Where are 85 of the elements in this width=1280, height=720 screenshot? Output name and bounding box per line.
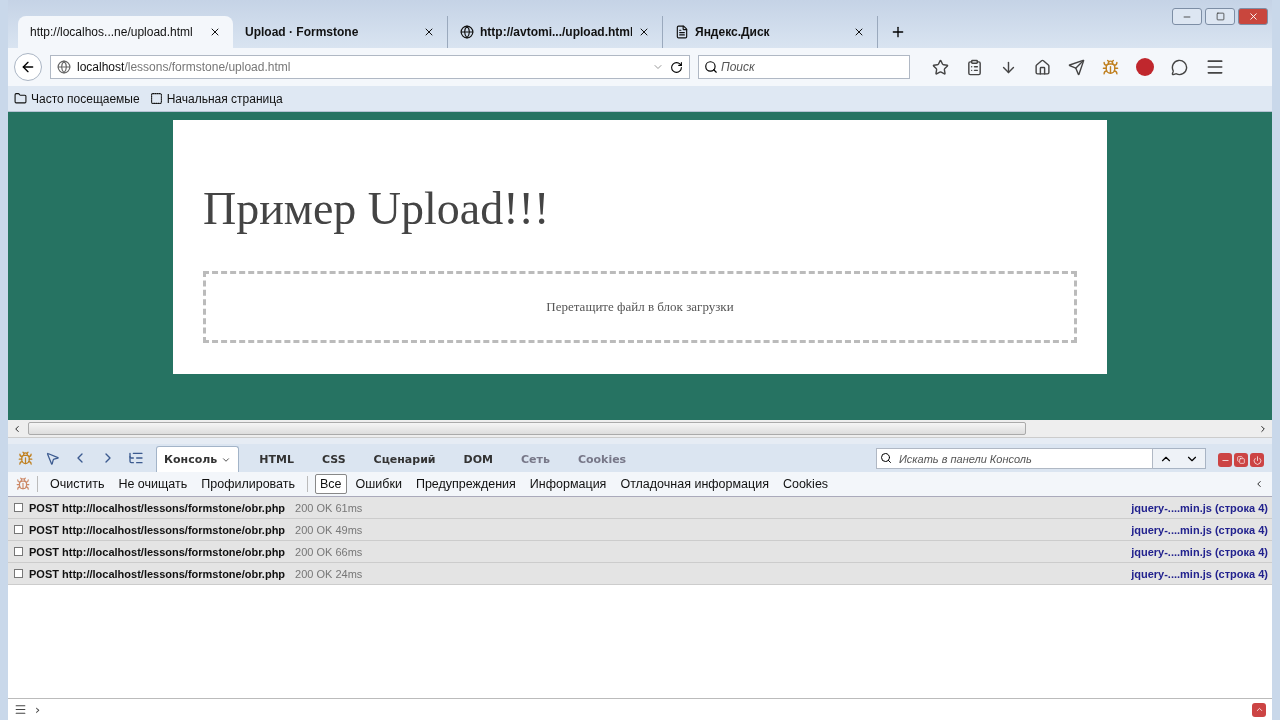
maximize-icon [1215, 12, 1225, 21]
page-icon [149, 92, 163, 105]
chevron-up-icon [1254, 705, 1264, 714]
panel-tab[interactable]: Консоль [156, 446, 240, 472]
url-host: localhost [77, 60, 125, 74]
panel-tab[interactable]: HTML [251, 446, 302, 472]
bookmark[interactable]: Начальная страница [149, 91, 283, 106]
reload-icon[interactable] [670, 60, 683, 74]
panel-tab[interactable]: CSS [313, 446, 354, 472]
close-icon[interactable] [853, 26, 865, 38]
bug-icon[interactable] [1102, 58, 1119, 76]
toolbar-button[interactable]: Не очищать [113, 474, 193, 494]
filter-button[interactable]: Ошибки [350, 474, 407, 494]
copy-icon [1237, 456, 1245, 464]
power-button[interactable] [1250, 453, 1264, 467]
response-status: 200 OK 49ms [295, 523, 363, 536]
command-prompt: › [35, 702, 41, 717]
request-url: POST http://localhost/lessons/formstone/obr.php [29, 567, 286, 580]
close-icon[interactable] [423, 26, 435, 38]
panel-search-field[interactable]: Искать в панели Консоль [876, 448, 1153, 469]
clipboard-icon[interactable] [966, 58, 983, 76]
scroll-right-icon[interactable] [1258, 423, 1268, 434]
request-url: POST http://localhost/lessons/formstone/obr.php [29, 545, 286, 558]
maximize-button[interactable] [1205, 8, 1235, 25]
address-field[interactable]: localhost/lessons/formstone/upload.html [50, 55, 690, 79]
filter-button[interactable]: Все [315, 474, 347, 494]
response-status: 200 OK 66ms [295, 545, 363, 558]
page-heading: Пример Upload!!! [203, 182, 551, 235]
search-field[interactable]: Поиск [698, 55, 910, 79]
folder-icon [14, 92, 27, 105]
toolbar-button[interactable]: Очистить [45, 474, 110, 494]
filter-button[interactable]: Cookies [777, 474, 834, 494]
menu-icon[interactable] [14, 703, 27, 716]
expand-icon[interactable] [14, 569, 23, 578]
inspect-icon[interactable] [45, 450, 60, 466]
source-link[interactable]: jquery-....min.js (строка 4) [1131, 523, 1268, 536]
globe-icon [57, 60, 71, 74]
expand-icon[interactable] [14, 503, 23, 512]
upload-dropzone[interactable]: Перетащите файл в блок загрузки [203, 271, 1077, 343]
scroll-left-icon[interactable] [12, 423, 22, 434]
chat-icon[interactable] [1171, 58, 1188, 76]
close-button[interactable] [1238, 8, 1268, 25]
log-row[interactable]: POST http://localhost/lessons/formstone/obr.php 200 OK 24ms jquery-....min.js (строка 4) [8, 563, 1272, 585]
panel-tab[interactable]: Сценарий [365, 446, 444, 472]
detach-button[interactable] [1234, 453, 1248, 467]
log-row[interactable]: POST http://localhost/lessons/formstone/obr.php 200 OK 66ms jquery-....min.js (строка 4) [8, 541, 1272, 563]
back-button[interactable] [14, 53, 42, 81]
scroll-left-icon[interactable] [1254, 479, 1264, 489]
expand-button[interactable] [1252, 702, 1266, 717]
panel-tab[interactable]: DOM [455, 446, 501, 472]
page-icon [675, 25, 689, 39]
close-icon [1247, 11, 1259, 22]
filter-button[interactable]: Информация [524, 474, 612, 494]
filter-button[interactable]: Отладочная информация [615, 474, 774, 494]
minimize-button[interactable] [1218, 453, 1232, 467]
close-icon[interactable] [638, 26, 650, 38]
bug-icon[interactable] [16, 477, 30, 491]
browser-tab[interactable]: http://localhos...ne/upload.html [18, 16, 233, 48]
toolbar-button[interactable]: Профилировать [196, 474, 300, 494]
power-icon [1252, 455, 1262, 465]
minimize-button[interactable] [1172, 8, 1202, 25]
response-status: 200 OK 61ms [295, 501, 363, 514]
list-icon[interactable] [128, 450, 144, 466]
bug-icon[interactable] [18, 450, 33, 466]
horizontal-scrollbar[interactable] [8, 420, 1272, 438]
globe-icon [460, 25, 474, 39]
expand-icon[interactable] [14, 547, 23, 556]
request-url: POST http://localhost/lessons/formstone/obr.php [29, 501, 286, 514]
source-link[interactable]: jquery-....min.js (строка 4) [1131, 545, 1268, 558]
log-row[interactable]: POST http://localhost/lessons/formstone/obr.php 200 OK 49ms jquery-....min.js (строка 4) [8, 519, 1272, 541]
source-link[interactable]: jquery-....min.js (строка 4) [1131, 501, 1268, 514]
close-icon[interactable] [209, 26, 221, 38]
response-status: 200 OK 24ms [295, 567, 363, 580]
log-row[interactable]: POST http://localhost/lessons/formstone/obr.php 200 OK 61ms jquery-....min.js (строка 4) [8, 497, 1272, 519]
home-icon[interactable] [1034, 58, 1051, 76]
bookmark[interactable]: Часто посещаемые [14, 91, 140, 106]
paper-plane-icon[interactable] [1068, 58, 1085, 76]
source-link[interactable]: jquery-....min.js (строка 4) [1131, 567, 1268, 580]
expand-icon[interactable] [14, 525, 23, 534]
star-icon[interactable] [932, 58, 949, 76]
url-path: /lessons/formstone/upload.html [124, 60, 292, 74]
filter-button[interactable]: Предупреждения [410, 474, 521, 494]
menu-icon[interactable] [1205, 57, 1225, 77]
new-tab-icon[interactable] [890, 24, 906, 40]
request-url: POST http://localhost/lessons/formstone/obr.php [29, 523, 286, 536]
